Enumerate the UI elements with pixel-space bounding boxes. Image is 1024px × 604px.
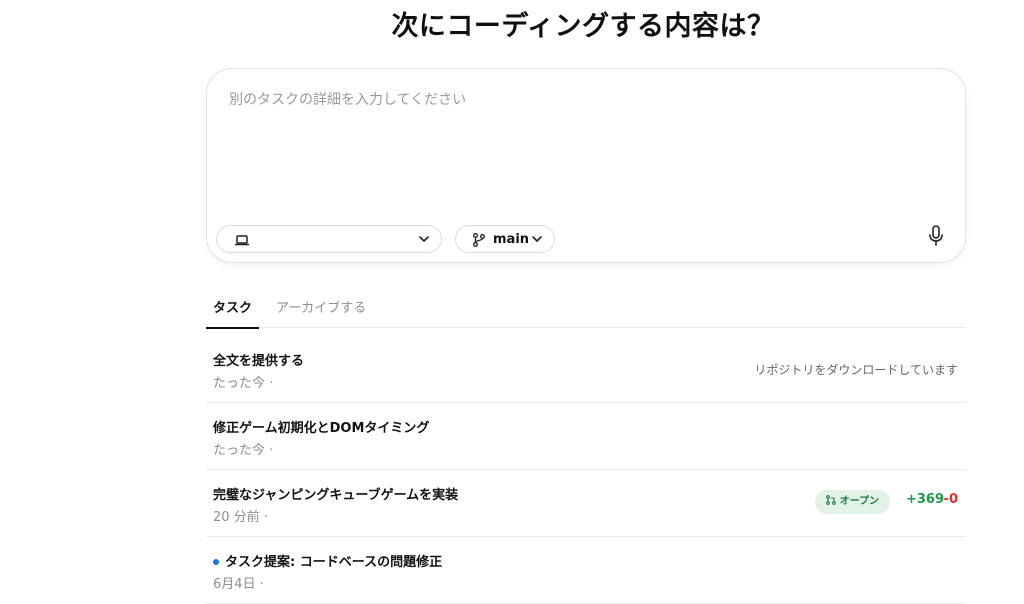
microphone-icon[interactable] (927, 225, 945, 247)
git-branch-icon (473, 233, 485, 247)
task-row[interactable]: タスク提案: コードベースの問題修正 6月4日 · (206, 537, 966, 604)
page-title: 次にコーディングする内容は？ (391, 11, 775, 42)
chevron-down-icon (419, 236, 429, 242)
branch-select[interactable]: main (455, 225, 555, 253)
pull-request-icon (825, 495, 836, 505)
branch-name: main (493, 232, 530, 247)
task-list: 全文を提供する たった今 · リポジトリをダウンロードしています 修正ゲーム初期… (206, 336, 966, 604)
task-description-input[interactable] (227, 87, 945, 221)
task-tabs: タスク アーカイブする (206, 290, 966, 329)
unread-dot-icon (213, 558, 219, 565)
task-title-text: タスク提案: コードベースの問題修正 (225, 555, 443, 570)
task-meta: 20 分前 · (213, 510, 268, 525)
task-title: タスク提案: コードベースの問題修正 (213, 551, 442, 570)
task-status: リポジトリをダウンロードしています (754, 363, 958, 377)
task-title: 修正ゲーム初期化とDOMタイミング (213, 421, 430, 436)
pr-status-label: オープン (839, 496, 879, 507)
task-row[interactable]: 修正ゲーム初期化とDOMタイミング たった今 · (206, 403, 966, 470)
task-meta: たった今 · (213, 443, 274, 458)
task-meta: 6月4日 · (213, 577, 264, 592)
task-title: 完璧なジャンピングキューブゲームを実装 (213, 488, 459, 503)
diff-deletions: -0 (943, 492, 958, 507)
task-meta: たった今 · (213, 376, 274, 391)
tab-archive[interactable]: アーカイブする (276, 297, 366, 328)
task-composer: main (206, 68, 966, 263)
environment-select[interactable] (216, 225, 442, 253)
laptop-icon (235, 235, 249, 246)
pr-status-badge[interactable]: オープン (814, 490, 890, 514)
task-row[interactable]: 完璧なジャンピングキューブゲームを実装 20 分前 · オープン +369 -0 (206, 470, 966, 537)
diff-additions: +369 (905, 492, 944, 507)
task-row[interactable]: 全文を提供する たった今 · リポジトリをダウンロードしています (206, 336, 966, 403)
tab-tasks[interactable]: タスク (206, 297, 259, 329)
chevron-down-icon (532, 236, 542, 242)
task-title: 全文を提供する (213, 354, 305, 369)
